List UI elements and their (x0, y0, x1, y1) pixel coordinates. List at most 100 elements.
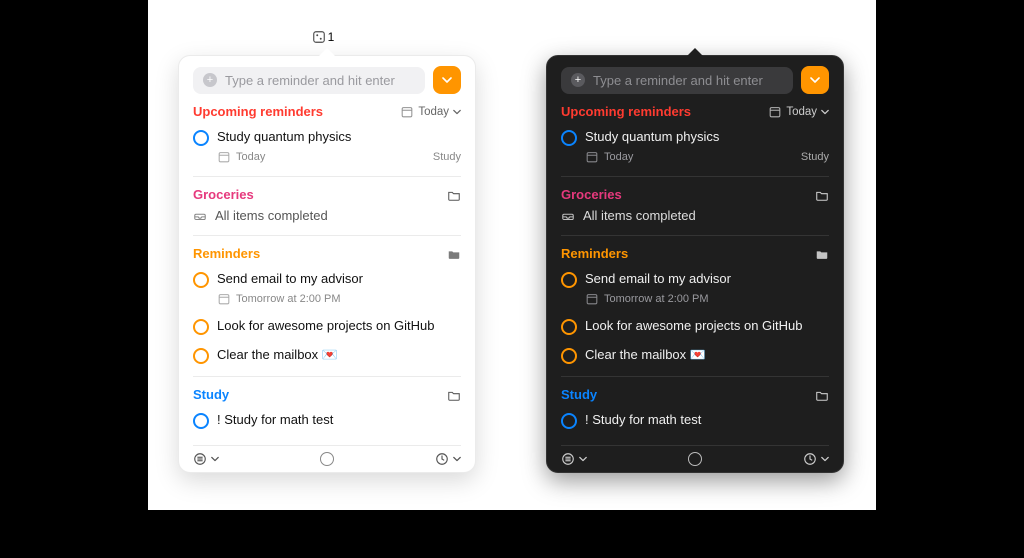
reminder-title: ! Study for math test (217, 412, 461, 429)
reminder-title: Study quantum physics (585, 129, 829, 146)
chevron-down-icon (579, 455, 587, 463)
menubar-item[interactable]: 1 (308, 30, 338, 44)
section-title-reminders: Reminders (193, 246, 260, 261)
folder-solid-icon[interactable] (447, 247, 461, 261)
complete-toggle[interactable] (193, 348, 209, 364)
list-icon (561, 452, 575, 466)
calendar-icon (585, 292, 599, 306)
folder-icon[interactable] (815, 188, 829, 202)
reminders-menubar-icon (689, 30, 703, 44)
completed-row: All items completed (561, 202, 829, 229)
completed-row: All items completed (193, 202, 461, 229)
reminder-title: Clear the mailbox 💌 (217, 347, 461, 364)
reminder-item[interactable]: ! Study for math test (561, 406, 829, 435)
reminder-due: Tomorrow at 2:00 PM (236, 292, 341, 306)
reminder-title: Look for awesome projects on GitHub (217, 318, 461, 335)
add-reminder-button[interactable] (433, 66, 461, 94)
bottom-right-menu[interactable] (435, 452, 461, 466)
chevron-down-icon (810, 75, 820, 85)
divider (561, 376, 829, 377)
reminders-menubar-icon (312, 30, 326, 44)
complete-toggle[interactable] (561, 130, 577, 146)
reminder-item[interactable]: Look for awesome projects on GitHub (193, 312, 461, 341)
reminder-item[interactable]: Clear the mailbox 💌 (561, 341, 829, 370)
reminder-due: Tomorrow at 2:00 PM (604, 292, 709, 306)
section-title-study: Study (561, 387, 597, 402)
divider (193, 376, 461, 377)
completed-text: All items completed (583, 208, 696, 223)
upcoming-filter[interactable]: Today (768, 105, 829, 119)
section-title-reminders: Reminders (561, 246, 628, 261)
section-title-upcoming: Upcoming reminders (193, 104, 323, 119)
list-icon (193, 452, 207, 466)
calendar-icon (585, 150, 599, 164)
complete-toggle[interactable] (561, 272, 577, 288)
calendar-icon (217, 150, 231, 164)
calendar-icon (400, 105, 414, 119)
chevron-down-icon (453, 108, 461, 116)
menubar-item[interactable] (681, 30, 711, 44)
divider (193, 235, 461, 236)
complete-toggle[interactable] (193, 130, 209, 146)
reminder-title: ! Study for math test (585, 412, 829, 429)
reminder-title: Study quantum physics (217, 129, 461, 146)
upcoming-filter[interactable]: Today (400, 105, 461, 119)
upcoming-filter-label: Today (418, 106, 449, 118)
section-title-study: Study (193, 387, 229, 402)
divider (561, 235, 829, 236)
reminder-item[interactable]: Study quantum physics Today Study (193, 123, 461, 170)
settings-icon (435, 452, 449, 466)
reminder-title: Send email to my advisor (585, 271, 829, 288)
reminder-due: Today (604, 150, 633, 164)
bottom-left-menu[interactable] (193, 452, 219, 466)
reminder-title: Send email to my advisor (217, 271, 461, 288)
complete-toggle[interactable] (561, 348, 577, 364)
bottom-right-menu[interactable] (803, 452, 829, 466)
reminder-item[interactable]: ! Study for math test (193, 406, 461, 435)
folder-icon[interactable] (815, 388, 829, 402)
add-reminder-button[interactable] (801, 66, 829, 94)
upcoming-filter-label: Today (786, 106, 817, 118)
folder-icon[interactable] (447, 388, 461, 402)
reminder-title: Clear the mailbox 💌 (585, 347, 829, 364)
bottom-center-toggle[interactable] (320, 452, 334, 466)
reminder-item[interactable]: Send email to my advisor Tomorrow at 2:0… (561, 265, 829, 312)
reminder-item[interactable]: Look for awesome projects on GitHub (561, 312, 829, 341)
bottom-center-toggle[interactable] (688, 452, 702, 466)
complete-toggle[interactable] (193, 413, 209, 429)
chevron-down-icon (453, 455, 461, 463)
new-reminder-input[interactable]: + Type a reminder and hit enter (193, 67, 425, 94)
section-title-groceries: Groceries (193, 187, 254, 202)
complete-toggle[interactable] (561, 413, 577, 429)
tray-icon (193, 209, 207, 223)
completed-text: All items completed (215, 208, 328, 223)
input-placeholder: Type a reminder and hit enter (593, 73, 763, 88)
chevron-down-icon (821, 108, 829, 116)
reminder-list-tag: Study (433, 150, 461, 164)
complete-toggle[interactable] (193, 319, 209, 335)
folder-icon[interactable] (447, 188, 461, 202)
reminder-item[interactable]: Send email to my advisor Tomorrow at 2:0… (193, 265, 461, 312)
tray-icon (561, 209, 575, 223)
chevron-down-icon (821, 455, 829, 463)
new-reminder-input[interactable]: + Type a reminder and hit enter (561, 67, 793, 94)
chevron-down-icon (211, 455, 219, 463)
divider (561, 176, 829, 177)
chevron-down-icon (442, 75, 452, 85)
reminder-item[interactable]: Clear the mailbox 💌 (193, 341, 461, 370)
bottom-left-menu[interactable] (561, 452, 587, 466)
folder-solid-icon[interactable] (815, 247, 829, 261)
input-placeholder: Type a reminder and hit enter (225, 73, 395, 88)
reminder-list-tag: Study (801, 150, 829, 164)
calendar-icon (217, 292, 231, 306)
plus-icon: + (203, 73, 217, 87)
reminder-item[interactable]: Study quantum physics Today Study (561, 123, 829, 170)
plus-icon: + (571, 73, 585, 87)
complete-toggle[interactable] (561, 319, 577, 335)
settings-icon (803, 452, 817, 466)
complete-toggle[interactable] (193, 272, 209, 288)
reminder-due: Today (236, 150, 265, 164)
calendar-icon (768, 105, 782, 119)
reminder-title: Look for awesome projects on GitHub (585, 318, 829, 335)
divider (193, 176, 461, 177)
